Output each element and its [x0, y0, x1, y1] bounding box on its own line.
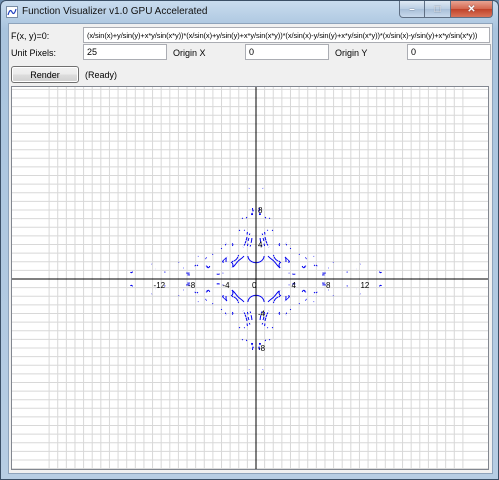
plot-canvas[interactable]: -12 -8 -4 0 4 8 12 8 4 -4 -8	[11, 86, 489, 470]
app-icon	[6, 6, 18, 18]
maximize-button[interactable]: □	[425, 1, 451, 18]
app-window: Function Visualizer v1.0 GPU Accelerated…	[0, 0, 499, 480]
x-tick-label: 0	[252, 281, 257, 290]
y-tick-label: 4	[258, 241, 263, 250]
y-tick-label: -4	[258, 309, 266, 318]
x-tick-label: 12	[360, 281, 369, 290]
function-plot: -12 -8 -4 0 4 8 12 8 4 -4 -8	[12, 87, 488, 469]
title-bar[interactable]: Function Visualizer v1.0 GPU Accelerated…	[1, 1, 498, 23]
x-tick-label: 4	[291, 281, 296, 290]
maximize-icon: □	[434, 3, 441, 15]
x-tick-label: -8	[188, 281, 196, 290]
close-button[interactable]: ✕	[451, 1, 493, 18]
window-title: Function Visualizer v1.0 GPU Accelerated	[22, 6, 208, 17]
grid-lines	[12, 87, 488, 469]
x-tick-label: 8	[326, 281, 331, 290]
client-area: F(x, y)=0: (x/sin(x)+y/sin(y)+x*y/sin(x*…	[8, 23, 493, 474]
formula-label: F(x, y)=0:	[11, 31, 50, 41]
unit-pixels-input[interactable]: 25	[83, 44, 167, 60]
origin-y-input[interactable]: 0	[407, 44, 491, 60]
close-icon: ✕	[467, 3, 476, 15]
formula-input[interactable]: (x/sin(x)+y/sin(y)+x*y/sin(x*y))*(x/sin(…	[83, 27, 490, 43]
x-tick-label: -12	[154, 281, 166, 290]
x-tick-label: -4	[223, 281, 231, 290]
unit-pixels-label: Unit Pixels:	[11, 48, 57, 58]
origin-y-label: Origin Y	[335, 48, 368, 58]
status-text: (Ready)	[85, 70, 118, 80]
minimize-icon: –	[409, 3, 415, 15]
render-button[interactable]: Render	[11, 66, 79, 83]
origin-x-input[interactable]: 0	[245, 44, 329, 60]
origin-x-label: Origin X	[173, 48, 206, 58]
y-tick-label: 8	[258, 206, 263, 215]
minimize-button[interactable]: –	[399, 1, 425, 18]
caption-buttons: – □ ✕	[399, 1, 493, 19]
y-tick-label: -8	[258, 344, 266, 353]
